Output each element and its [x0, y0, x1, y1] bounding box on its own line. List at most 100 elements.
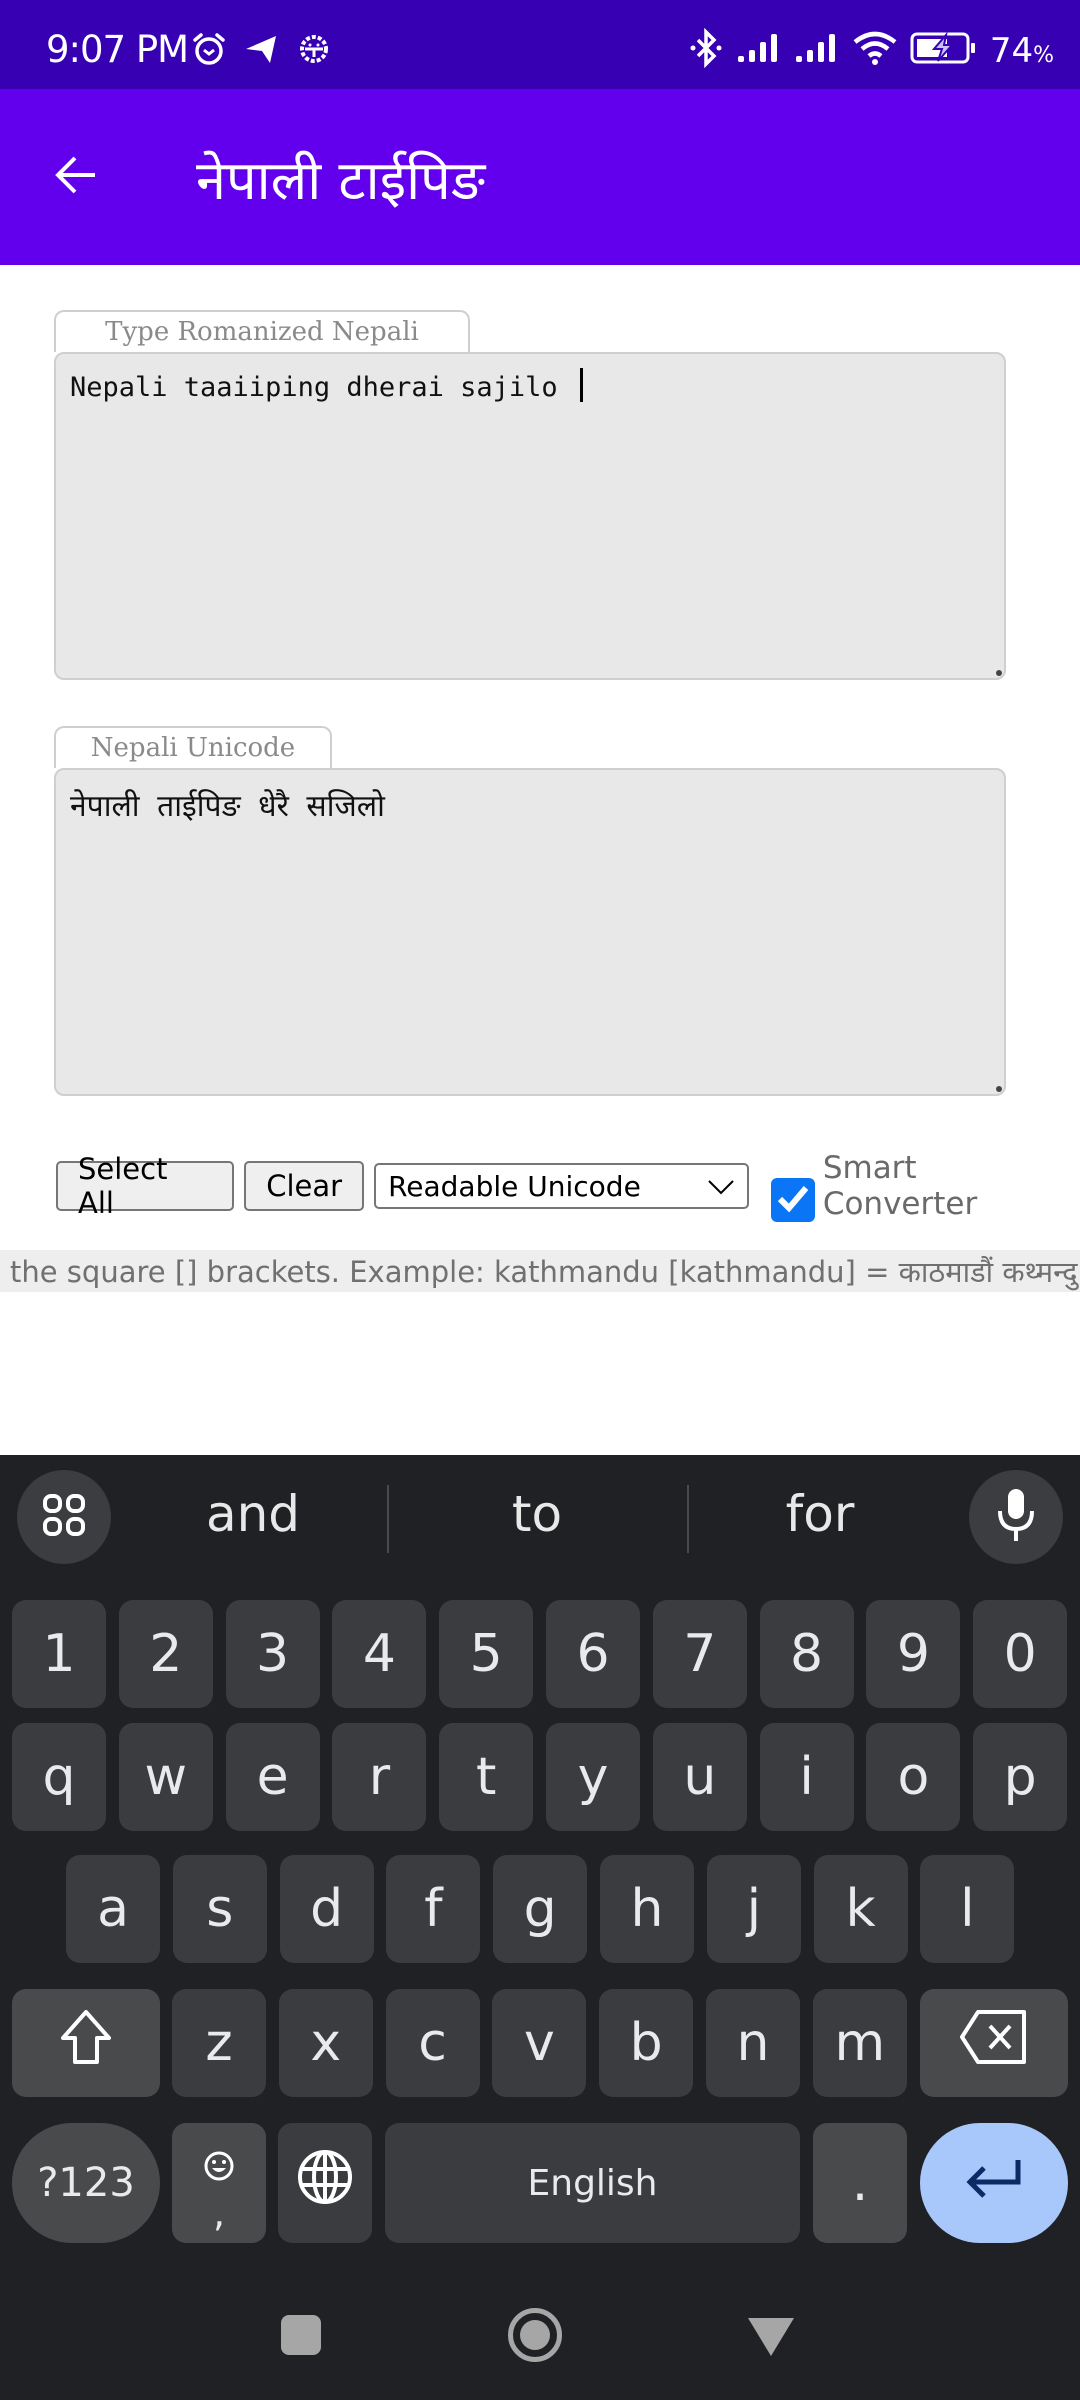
key-e[interactable]: e [225, 1723, 320, 1831]
key-i[interactable]: i [759, 1723, 854, 1831]
voice-input-button[interactable] [969, 1470, 1063, 1564]
key-u[interactable]: u [652, 1723, 747, 1831]
smart-converter-checkbox[interactable] [770, 1178, 815, 1222]
format-select[interactable]: Readable Unicode [374, 1163, 749, 1209]
key-8[interactable]: 8 [759, 1600, 854, 1708]
key-l[interactable]: l [920, 1855, 1015, 1963]
checkmark-icon [776, 1183, 810, 1218]
arrow-left-icon [53, 152, 99, 203]
help-marquee: the square [] brackets. Example: kathman… [0, 1250, 1080, 1292]
suggestion-1[interactable]: and [128, 1485, 378, 1543]
signal-2-icon [794, 32, 840, 69]
bluetooth-icon [688, 27, 724, 73]
clear-button[interactable]: Clear [244, 1161, 365, 1211]
key-s[interactable]: s [172, 1855, 267, 1963]
key-f[interactable]: f [386, 1855, 481, 1963]
space-key[interactable]: English [385, 2123, 800, 2243]
unicode-output[interactable]: नेपाली ताईपिङ धेरै सजिलो [54, 768, 1006, 1096]
period-key[interactable]: . [813, 2123, 907, 2243]
key-v[interactable]: v [492, 1989, 587, 2097]
romanized-input[interactable]: Nepali taaiiping dherai sajilo [54, 352, 1006, 680]
key-m[interactable]: m [812, 1989, 907, 2097]
help-marquee-text: the square [] brackets. Example: kathman… [10, 1254, 1080, 1289]
emoji-comma-key[interactable]: , [172, 2123, 266, 2243]
telegram-icon [244, 31, 280, 72]
resize-handle[interactable] [996, 1086, 1002, 1092]
key-p[interactable]: p [973, 1723, 1068, 1831]
text-caret [579, 368, 583, 402]
backspace-icon [958, 2008, 1030, 2079]
microphone-icon [996, 1487, 1036, 1548]
format-select-value: Readable Unicode [388, 1169, 641, 1203]
smart-converter-toggle[interactable]: Smart Converter [770, 1150, 1080, 1222]
suggestion-2[interactable]: to [412, 1485, 662, 1543]
key-o[interactable]: o [866, 1723, 961, 1831]
system-nav-bar [0, 2260, 1080, 2400]
suggestion-strip: and to for [0, 1455, 1080, 1577]
home-button[interactable] [508, 2308, 562, 2362]
key-0[interactable]: 0 [973, 1600, 1068, 1708]
back-nav-button[interactable] [748, 2318, 794, 2356]
alarm-icon [190, 30, 228, 73]
enter-key[interactable] [920, 2123, 1068, 2243]
key-z[interactable]: z [172, 1989, 266, 2097]
key-9[interactable]: 9 [866, 1600, 961, 1708]
language-key[interactable] [278, 2123, 372, 2243]
key-7[interactable]: 7 [652, 1600, 747, 1708]
key-h[interactable]: h [600, 1855, 694, 1963]
key-r[interactable]: r [332, 1723, 427, 1831]
status-bar: 9:07 PM 74% [0, 0, 1080, 89]
app-bar: नेपाली टाईपिङ [0, 89, 1080, 265]
key-2[interactable]: 2 [118, 1600, 213, 1708]
key-q[interactable]: q [12, 1723, 106, 1831]
battery-percent: 74% [989, 30, 1054, 71]
key-3[interactable]: 3 [225, 1600, 320, 1708]
symbols-key[interactable]: ?123 [12, 2123, 160, 2243]
key-t[interactable]: t [439, 1723, 534, 1831]
shift-key[interactable] [12, 1989, 160, 2097]
keyboard-menu-button[interactable] [17, 1470, 111, 1564]
resize-handle[interactable] [996, 670, 1002, 676]
key-6[interactable]: 6 [546, 1600, 640, 1708]
unicode-label: Nepali Unicode [54, 726, 332, 768]
key-d[interactable]: d [279, 1855, 374, 1963]
suggestion-3[interactable]: for [695, 1485, 945, 1543]
key-g[interactable]: g [493, 1855, 588, 1963]
suggestion-divider [387, 1485, 389, 1553]
comma-label: , [212, 2191, 226, 2235]
shift-icon [55, 2006, 117, 2081]
recents-button[interactable] [281, 2315, 321, 2355]
battery-charging-icon [910, 31, 978, 70]
chevron-down-icon [707, 1170, 735, 1203]
key-b[interactable]: b [599, 1989, 694, 2097]
key-y[interactable]: y [546, 1723, 640, 1831]
home-icon [520, 2320, 550, 2350]
key-n[interactable]: n [706, 1989, 800, 2097]
globe-icon [297, 2149, 353, 2218]
romanized-label: Type Romanized Nepali [54, 310, 470, 352]
key-4[interactable]: 4 [332, 1600, 427, 1708]
enter-icon [964, 2153, 1024, 2213]
key-j[interactable]: j [706, 1855, 801, 1963]
key-k[interactable]: k [813, 1855, 908, 1963]
wifi-icon [852, 30, 898, 71]
key-x[interactable]: x [278, 1989, 373, 2097]
key-w[interactable]: w [118, 1723, 213, 1831]
key-c[interactable]: c [385, 1989, 480, 2097]
back-button[interactable] [46, 147, 106, 207]
key-a[interactable]: a [66, 1855, 160, 1963]
unicode-output-value: नेपाली ताईपिङ धेरै सजिलो [70, 789, 385, 824]
emoji-icon [203, 2135, 235, 2195]
select-all-button[interactable]: Select All [56, 1152, 235, 1220]
smart-converter-label: Smart Converter [822, 1150, 978, 1222]
romanized-input-value: Nepali taaiiping dherai sajilo [70, 372, 574, 403]
page-title: नेपाली टाईपिङ [196, 149, 486, 212]
status-time: 9:07 PM [46, 28, 189, 71]
apps-grid-icon [41, 1492, 87, 1543]
controls-row: Select All Clear Readable Unicode Smart … [56, 1150, 1080, 1222]
backspace-key[interactable] [920, 1989, 1068, 2097]
suggestion-divider [687, 1485, 689, 1553]
signal-1-icon [736, 32, 782, 69]
key-1[interactable]: 1 [12, 1600, 106, 1708]
key-5[interactable]: 5 [439, 1600, 534, 1708]
